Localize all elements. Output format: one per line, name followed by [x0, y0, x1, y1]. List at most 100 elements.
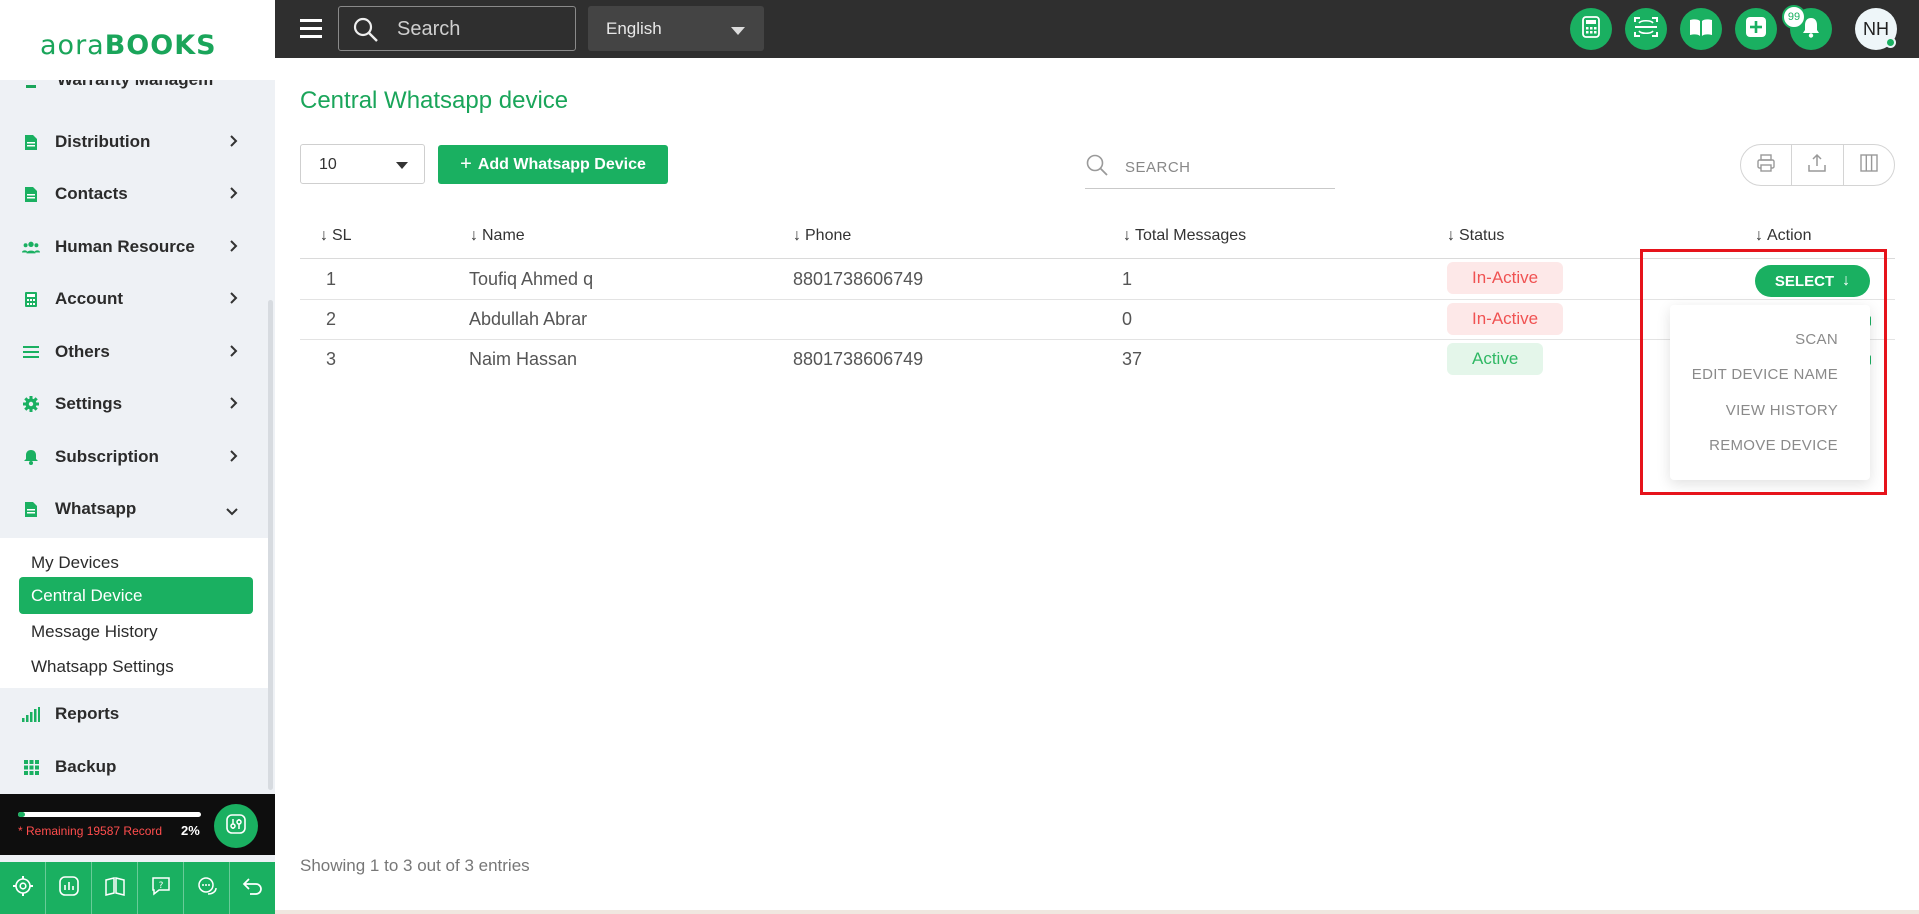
book-icon	[104, 875, 126, 902]
status-badge: Active	[1447, 343, 1544, 375]
quota-action-button[interactable]	[214, 804, 258, 848]
online-status-dot	[1885, 37, 1896, 48]
language-select[interactable]: English	[588, 6, 764, 51]
sort-arrow-icon: ↓	[1447, 227, 1455, 244]
sidebar-item-others[interactable]: Others	[0, 327, 268, 377]
gear-icon	[22, 395, 40, 413]
caret-down-icon	[396, 162, 408, 169]
quota-percent: 2%	[181, 823, 200, 838]
cell-sl: 2	[326, 309, 337, 329]
cell-total-messages: 0	[1122, 309, 1133, 329]
sidebar-item-label: Whatsapp	[55, 499, 137, 518]
global-search[interactable]	[338, 6, 576, 51]
menu-toggle-icon[interactable]	[300, 19, 322, 39]
upload-icon	[1807, 153, 1827, 178]
table-tools	[1740, 144, 1895, 186]
table-search[interactable]	[1085, 147, 1335, 189]
submenu-item-my-devices[interactable]: My Devices	[19, 544, 253, 581]
submenu-item-central-device[interactable]: Central Device	[19, 577, 253, 614]
chevron-right-icon	[230, 239, 238, 257]
whatsapp-submenu: My Devices Central Device Message Histor…	[0, 538, 268, 688]
page-size-select[interactable]: 10	[300, 144, 425, 184]
book-button[interactable]	[1680, 8, 1722, 50]
sidebar-item-label: Reports	[55, 704, 120, 723]
sidebar-item-distribution[interactable]: Distribution	[0, 117, 268, 167]
cell-name: Abdullah Abrar	[469, 309, 588, 329]
column-header-action[interactable]: ↓ Action	[1755, 227, 1811, 245]
grid-icon	[22, 758, 40, 776]
sidebar-item-label: Distribution	[55, 132, 151, 151]
sort-arrow-icon: ↓	[1755, 227, 1763, 244]
open-book-icon	[1689, 17, 1713, 42]
sort-arrow-icon: ↓	[470, 227, 478, 244]
app-logo[interactable]: aoraBOOKS	[40, 30, 217, 61]
quota-remaining-text: * Remaining 19587 Record	[18, 824, 163, 838]
print-button[interactable]	[1741, 145, 1793, 185]
cell-sl: 1	[326, 269, 337, 289]
settings-button[interactable]	[0, 862, 46, 914]
sidebar-item-reports[interactable]: Reports	[0, 689, 268, 739]
sidebar-item-contacts[interactable]: Contacts	[0, 169, 268, 219]
svg-text:?: ?	[158, 881, 163, 891]
annotation-highlight-box	[1640, 249, 1887, 495]
cell-total-messages: 1	[1122, 269, 1133, 289]
cell-sl: 3	[326, 349, 337, 369]
chat-icon	[196, 875, 218, 902]
sidebar: aoraBOOKS Warranty Managem Distribution …	[0, 0, 275, 914]
sidebar-item-whatsapp[interactable]: Whatsapp	[0, 484, 268, 534]
sidebar-item-subscription[interactable]: Subscription	[0, 432, 268, 482]
chevron-right-icon	[230, 291, 238, 309]
logo-area: aoraBOOKS	[0, 0, 275, 80]
sort-arrow-icon: ↓	[320, 227, 328, 244]
plus-square-icon	[1745, 16, 1767, 43]
caret-down-icon	[731, 27, 745, 35]
top-navbar: English 99 NH	[275, 0, 1919, 58]
guide-button[interactable]	[92, 862, 138, 914]
calculator-icon	[22, 290, 40, 308]
export-button[interactable]	[1792, 145, 1844, 185]
gear-icon	[12, 875, 34, 902]
cell-phone: 8801738606749	[793, 349, 924, 369]
document-icon	[22, 133, 40, 151]
language-value: English	[606, 19, 662, 38]
analytics-button[interactable]	[46, 862, 92, 914]
column-header-name[interactable]: ↓ Name	[470, 227, 525, 245]
sidebar-item-human-resource[interactable]: Human Resource	[0, 222, 268, 272]
sidebar-item-warranty[interactable]: Warranty Managem	[22, 80, 262, 94]
status-badge: In-Active	[1447, 262, 1564, 294]
chevron-right-icon	[230, 344, 238, 362]
calculator-icon	[1581, 15, 1601, 43]
column-header-status[interactable]: ↓ Status	[1447, 227, 1504, 245]
back-button[interactable]	[230, 862, 275, 914]
add-new-button[interactable]	[1735, 8, 1777, 50]
status-badge: In-Active	[1447, 303, 1564, 335]
sidebar-item-label: Subscription	[55, 447, 159, 466]
chevron-down-icon	[226, 503, 238, 521]
calculator-button[interactable]	[1570, 8, 1612, 50]
columns-button[interactable]	[1844, 145, 1894, 185]
column-header-phone[interactable]: ↓ Phone	[793, 227, 851, 245]
sidebar-item-label: Human Resource	[55, 237, 195, 256]
column-header-sl[interactable]: ↓ SL	[320, 227, 352, 245]
chevron-right-icon	[230, 186, 238, 204]
chat-button[interactable]	[184, 862, 230, 914]
help-chat-icon: ?	[150, 875, 172, 902]
sidebar-item-backup[interactable]: Backup	[0, 742, 268, 792]
sidebar-item-label: Account	[55, 289, 123, 308]
help-button[interactable]: ?	[138, 862, 184, 914]
cell-phone: 8801738606749	[793, 269, 924, 289]
undo-icon	[242, 875, 264, 902]
sidebar-scrollbar[interactable]	[268, 300, 273, 790]
document-icon	[22, 185, 40, 203]
submenu-item-whatsapp-settings[interactable]: Whatsapp Settings	[19, 648, 253, 685]
search-input[interactable]	[397, 15, 567, 43]
table-search-input[interactable]	[1125, 155, 1325, 179]
add-whatsapp-device-button[interactable]: + Add Whatsapp Device	[438, 145, 668, 184]
columns-icon	[1859, 153, 1879, 178]
submenu-item-message-history[interactable]: Message History	[19, 613, 253, 650]
scanner-button[interactable]	[1625, 8, 1667, 50]
sidebar-item-settings[interactable]: Settings	[0, 379, 268, 429]
sidebar-item-account[interactable]: Account	[0, 274, 268, 324]
column-header-total-messages[interactable]: ↓ Total Messages	[1123, 227, 1246, 245]
plus-icon: +	[460, 153, 472, 175]
